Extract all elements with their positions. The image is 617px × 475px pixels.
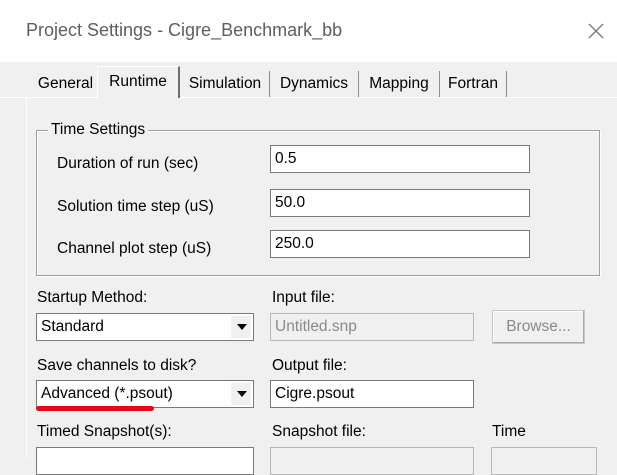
- solution-step-input[interactable]: [270, 189, 530, 217]
- chevron-down-icon[interactable]: [231, 316, 251, 338]
- save-channels-select[interactable]: Advanced (*.psout): [36, 380, 254, 408]
- input-file-field[interactable]: [270, 313, 474, 341]
- output-file-field[interactable]: [270, 380, 474, 408]
- tab-mapping[interactable]: Mapping: [359, 71, 440, 97]
- highlight-underline: [36, 406, 154, 411]
- duration-input[interactable]: [270, 145, 530, 173]
- time-label: Time: [492, 423, 526, 440]
- channel-step-label: Channel plot step (uS): [57, 240, 212, 257]
- startup-method-select[interactable]: Standard: [36, 313, 254, 341]
- solution-step-label: Solution time step (uS): [57, 198, 214, 215]
- time-settings-legend: Time Settings: [48, 121, 149, 139]
- output-file-label: Output file:: [272, 357, 347, 374]
- snapshot-file-field[interactable]: [270, 447, 474, 475]
- channel-step-input[interactable]: [270, 230, 530, 258]
- timed-snapshot-select[interactable]: [36, 447, 254, 475]
- input-file-label: Input file:: [272, 289, 335, 306]
- snapshot-file-label: Snapshot file:: [272, 423, 366, 440]
- tab-general[interactable]: General: [33, 71, 99, 97]
- tab-dynamics[interactable]: Dynamics: [270, 71, 359, 97]
- close-icon[interactable]: [583, 18, 609, 44]
- window-title: Project Settings - Cigre_Benchmark_bb: [26, 20, 343, 40]
- startup-method-value: Standard: [41, 318, 104, 335]
- browse-button[interactable]: Browse...: [492, 310, 585, 344]
- save-channels-label: Save channels to disk?: [37, 357, 197, 374]
- duration-label: Duration of run (sec): [57, 155, 199, 172]
- timed-snapshot-label: Timed Snapshot(s):: [37, 423, 172, 440]
- startup-method-label: Startup Method:: [37, 289, 148, 306]
- time-field[interactable]: [491, 447, 597, 475]
- tab-fortran[interactable]: Fortran: [440, 71, 507, 97]
- title-bar: Project Settings - Cigre_Benchmark_bb: [0, 0, 617, 62]
- tab-simulation[interactable]: Simulation: [181, 71, 270, 97]
- tab-runtime[interactable]: Runtime: [97, 66, 180, 98]
- save-channels-value: Advanced (*.psout): [41, 385, 173, 402]
- chevron-down-icon[interactable]: [231, 383, 251, 405]
